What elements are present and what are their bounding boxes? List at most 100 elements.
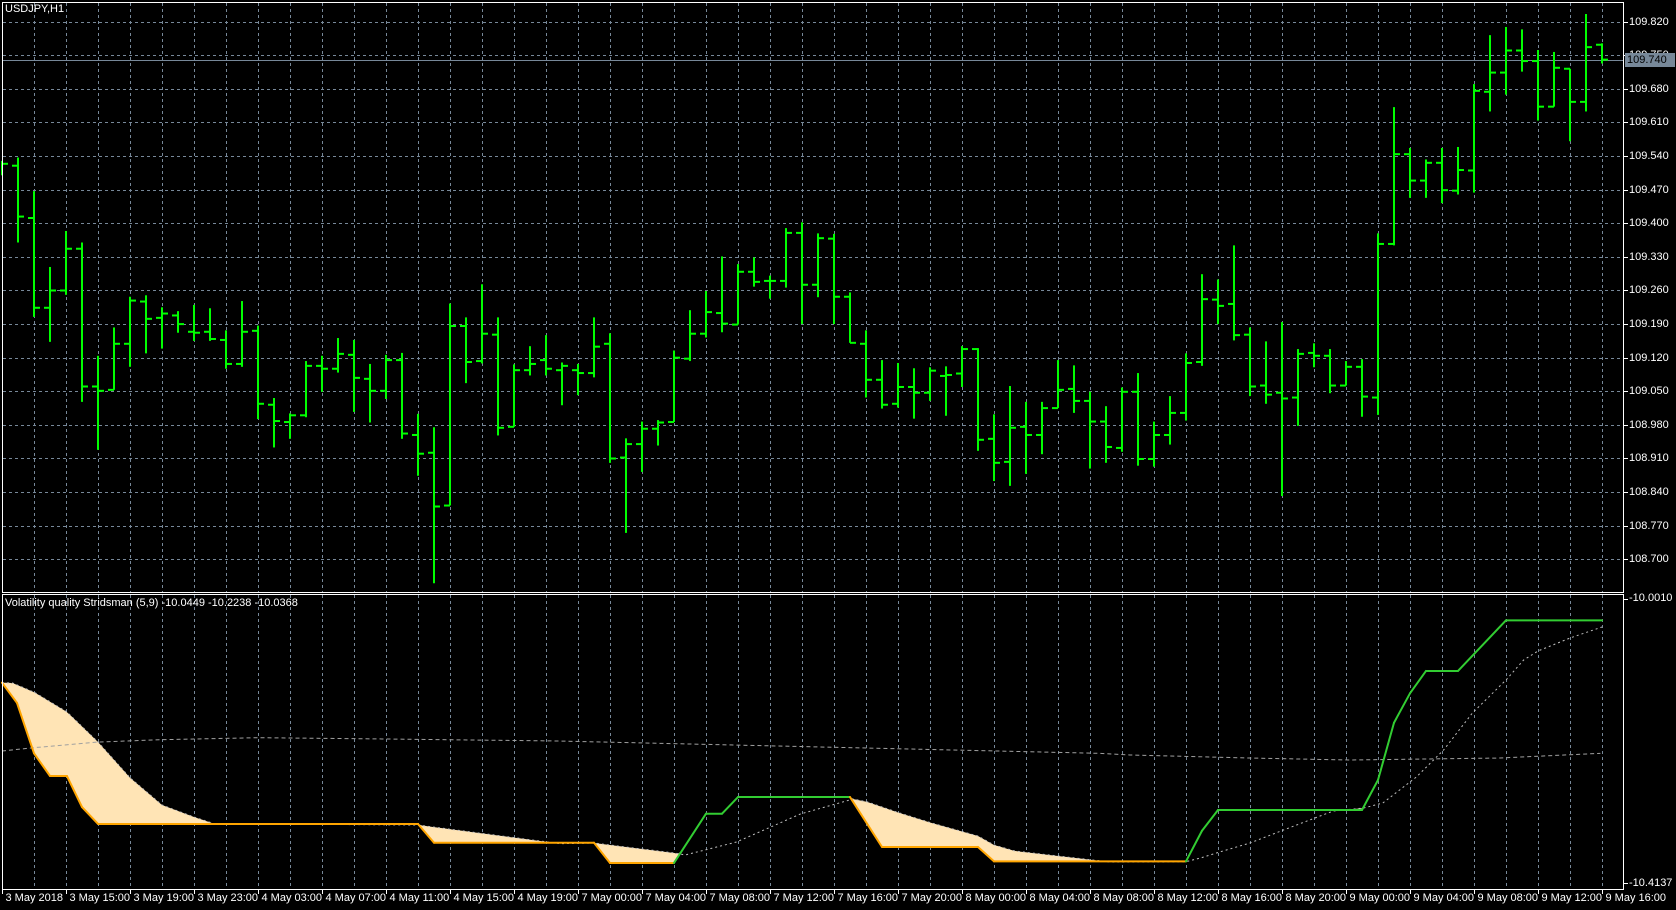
price-label: 109.610 (1629, 115, 1669, 128)
price-bar (348, 339, 360, 412)
indicator-title: Volatility quality Stridsman (5,9) -10.0… (5, 597, 298, 609)
price-bar (876, 360, 888, 409)
price-bar (1308, 343, 1320, 368)
price-bar (636, 421, 648, 472)
price-bar (1244, 327, 1256, 397)
indicator-main-line-up (1457, 619, 1507, 672)
price-bar (1068, 365, 1080, 413)
price-bar (828, 233, 840, 325)
price-bars (1, 14, 1608, 584)
price-label: 109.400 (1629, 216, 1669, 229)
price-bar (252, 325, 264, 420)
price-bar (476, 284, 488, 364)
price-bar (1260, 341, 1272, 404)
price-bar (508, 364, 520, 428)
price-bar (540, 335, 552, 376)
price-bar (380, 354, 392, 399)
price-bar (1516, 29, 1528, 72)
price-bar (908, 368, 920, 419)
price-bar (364, 363, 376, 423)
price-bar (1292, 349, 1304, 426)
price-bar (12, 157, 24, 243)
price-bar (524, 346, 536, 376)
price-bar (92, 355, 104, 450)
price-bar (44, 266, 56, 342)
price-bar (460, 317, 472, 384)
price-label: 108.910 (1629, 451, 1669, 464)
price-bar (1132, 373, 1144, 466)
time-label: 9 May 16:00 (1605, 892, 1667, 904)
time-label: 8 May 08:00 (1093, 892, 1155, 904)
time-label: 4 May 03:00 (261, 892, 323, 904)
price-bar (300, 361, 312, 418)
price-bar (572, 363, 584, 396)
indicator-main-line-up (721, 796, 739, 815)
indicator-scale-bottom: -10.4137 (1629, 877, 1673, 889)
time-label: 8 May 04:00 (1029, 892, 1091, 904)
indicator-level-line (1, 737, 1601, 761)
price-label: 109.260 (1629, 283, 1669, 296)
time-label: 9 May 08:00 (1477, 892, 1539, 904)
price-bar (444, 303, 456, 507)
price-bar (1036, 401, 1048, 455)
price-label: 108.980 (1629, 418, 1669, 431)
bid-price-label: 109.740 (1625, 53, 1675, 67)
price-bar (1084, 391, 1096, 469)
price-bar (844, 292, 856, 344)
price-bar (1356, 359, 1368, 417)
price-bar (684, 310, 696, 362)
price-bar (620, 438, 632, 533)
price-bar (492, 317, 504, 436)
price-bar (924, 367, 936, 401)
indicator-main-line-up (1377, 721, 1395, 782)
price-bar (764, 275, 776, 299)
price-bar (1468, 84, 1480, 193)
price-bar (412, 413, 424, 476)
time-label: 7 May 20:00 (901, 892, 963, 904)
price-bar (748, 257, 760, 287)
price-bar (812, 233, 824, 298)
price-bar (1020, 401, 1032, 474)
indicator-scale-top: -10.0010 (1629, 592, 1673, 604)
time-label: 3 May 23:00 (197, 892, 259, 904)
time-label: 8 May 12:00 (1157, 892, 1219, 904)
price-label: 109.190 (1629, 317, 1669, 330)
price-bar (1180, 353, 1192, 421)
indicator-main-line-up (1201, 808, 1219, 832)
price-bar (1484, 35, 1496, 112)
price-bar (860, 330, 872, 398)
price-bar (588, 317, 600, 378)
price-bar (1228, 245, 1240, 341)
chart-canvas[interactable] (0, 0, 1676, 910)
price-bar (1276, 322, 1288, 496)
time-label: 9 May 00:00 (1349, 892, 1411, 904)
price-bar (1196, 274, 1208, 366)
price-bar (732, 264, 744, 326)
price-bar (1324, 349, 1336, 394)
price-bar (1580, 14, 1592, 112)
price-bar (972, 348, 984, 451)
time-label: 4 May 11:00 (389, 892, 450, 904)
time-label: 7 May 16:00 (837, 892, 899, 904)
price-label: 109.820 (1629, 15, 1669, 28)
price-bar (1164, 396, 1176, 445)
indicator-main-line-up (1185, 829, 1203, 863)
price-bar (172, 311, 184, 333)
time-label: 8 May 00:00 (965, 892, 1027, 904)
price-bar (1388, 107, 1400, 246)
price-label: 108.840 (1629, 485, 1669, 498)
price-bar (1340, 361, 1352, 387)
price-bar (668, 350, 680, 424)
price-bar (1452, 146, 1464, 195)
price-bar (236, 301, 248, 367)
price-bar (268, 398, 280, 448)
price-bar (188, 304, 200, 341)
price-bar (956, 346, 968, 387)
price-label: 108.770 (1629, 519, 1669, 532)
price-bar (60, 230, 72, 295)
time-label: 7 May 08:00 (709, 892, 771, 904)
price-bar (316, 355, 328, 392)
price-label: 109.540 (1629, 149, 1669, 162)
price-bar (156, 307, 168, 349)
price-bar (1004, 386, 1016, 486)
